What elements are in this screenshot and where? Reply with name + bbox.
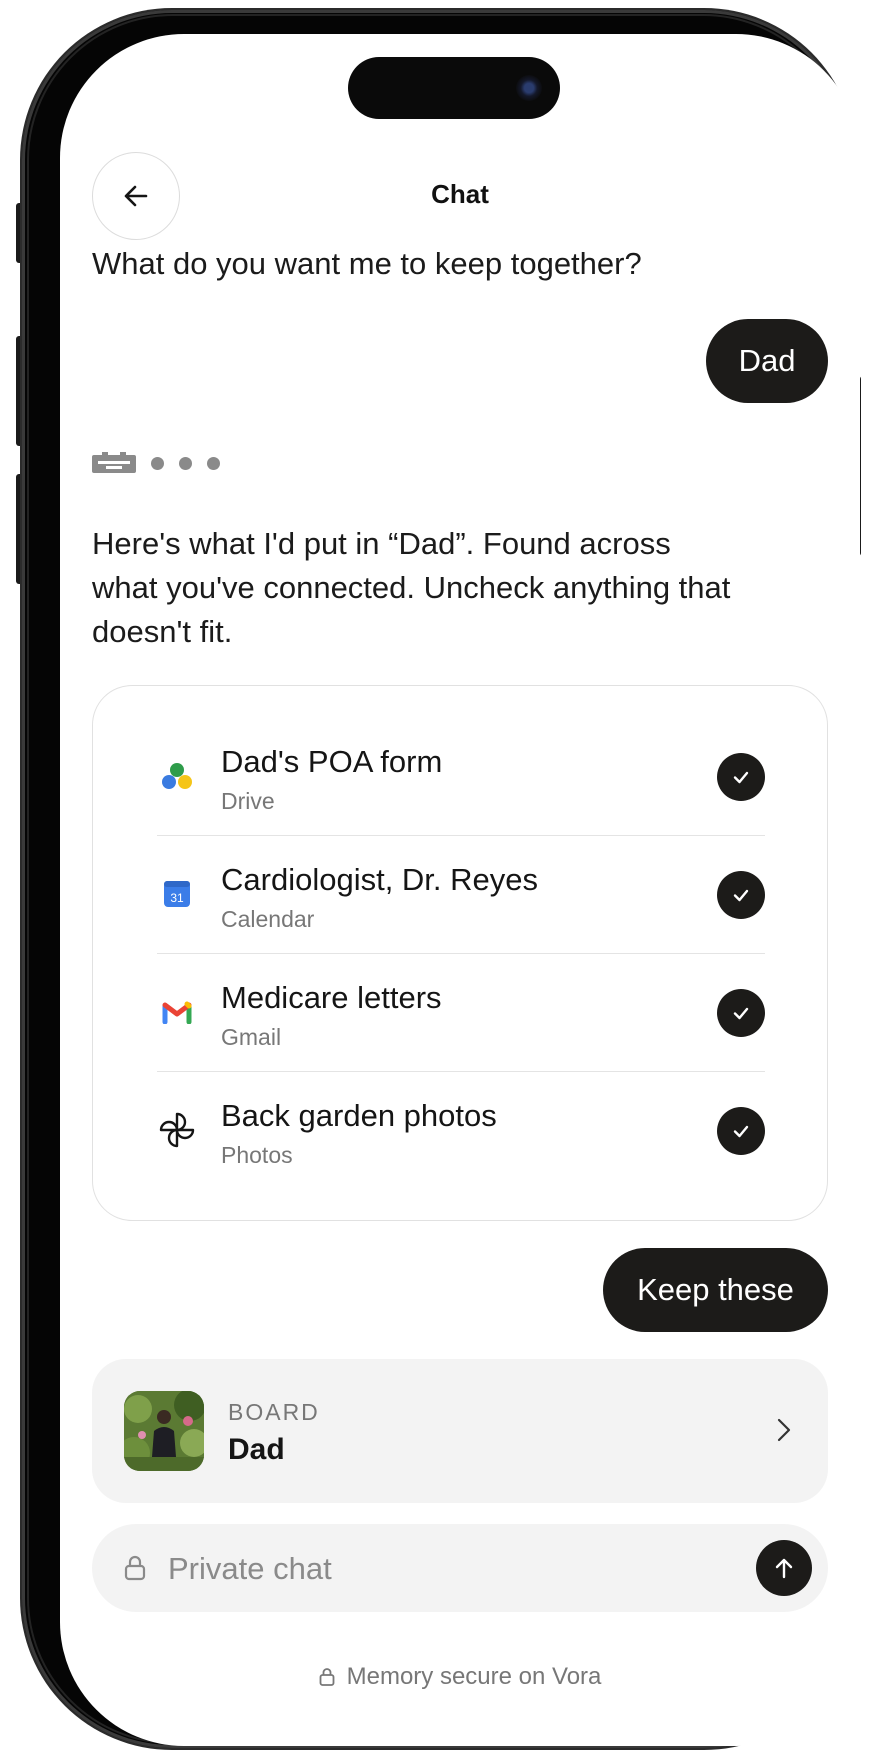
security-footer: Memory secure on Vora bbox=[60, 1663, 860, 1691]
chat-input[interactable]: Private chat bbox=[92, 1524, 828, 1612]
chat-input-placeholder: Private chat bbox=[168, 1551, 332, 1586]
phone-screen: Chat What do you want me to keep togethe… bbox=[60, 34, 860, 1746]
arrow-up-icon bbox=[775, 1558, 793, 1579]
dynamic-island bbox=[348, 57, 560, 119]
photos-pinwheel-icon bbox=[157, 1110, 197, 1150]
checkmark-icon bbox=[733, 1007, 749, 1020]
chevron-right-icon bbox=[777, 1418, 791, 1442]
lock-icon bbox=[319, 1667, 335, 1687]
typing-indicator bbox=[92, 452, 220, 474]
board-thumbnail bbox=[124, 1391, 204, 1471]
item-title: Medicare letters bbox=[221, 980, 442, 1015]
item-source: Photos bbox=[221, 1142, 293, 1168]
checkmark-icon bbox=[733, 771, 749, 784]
keep-these-bubble: Keep these bbox=[603, 1248, 828, 1332]
board-kicker: BOARD bbox=[228, 1399, 320, 1425]
front-camera bbox=[516, 75, 542, 101]
item-checkbox[interactable] bbox=[717, 753, 765, 801]
gmail-icon bbox=[157, 992, 197, 1032]
item-title: Cardiologist, Dr. Reyes bbox=[221, 862, 539, 897]
footer-text: Memory secure on Vora bbox=[346, 1663, 602, 1690]
typing-dot bbox=[151, 456, 164, 470]
checkmark-icon bbox=[733, 889, 749, 902]
board-name: Dad bbox=[228, 1433, 285, 1466]
list-item[interactable]: 31 Cardiologist, Dr. Reyes Calendar bbox=[157, 836, 765, 954]
item-checkbox[interactable] bbox=[717, 871, 765, 919]
item-title: Back garden photos bbox=[221, 1098, 497, 1133]
suggestion-card: Dad's POA form Drive 31 Cardiologist, Dr… bbox=[92, 685, 828, 1221]
calendar-day-label: 31 bbox=[170, 891, 184, 905]
user-message-bubble: Dad bbox=[706, 319, 828, 403]
item-checkbox[interactable] bbox=[717, 1107, 765, 1155]
item-source: Drive bbox=[221, 788, 275, 814]
list-item[interactable]: Back garden photos Photos bbox=[157, 1072, 765, 1190]
google-drive-icon bbox=[157, 756, 197, 796]
item-source: Gmail bbox=[221, 1024, 282, 1050]
assistant-avatar-icon bbox=[92, 452, 136, 473]
google-calendar-icon: 31 bbox=[157, 874, 197, 914]
phone-frame: Chat What do you want me to keep togethe… bbox=[22, 10, 860, 1748]
board-card[interactable]: BOARD Dad bbox=[92, 1359, 828, 1503]
send-button[interactable] bbox=[756, 1540, 812, 1596]
list-item[interactable]: Medicare letters Gmail bbox=[157, 954, 765, 1072]
checkmark-icon bbox=[733, 1125, 749, 1138]
page-title: Chat bbox=[431, 179, 489, 209]
list-item[interactable]: Dad's POA form Drive bbox=[157, 718, 765, 836]
typing-dot bbox=[207, 456, 220, 470]
item-title: Dad's POA form bbox=[221, 744, 443, 779]
item-checkbox[interactable] bbox=[717, 989, 765, 1037]
assistant-question: What do you want me to keep together? bbox=[92, 246, 642, 281]
assistant-message: Here's what I'd put in “Dad”. Found acro… bbox=[92, 526, 731, 649]
typing-dot bbox=[179, 456, 192, 470]
lock-icon bbox=[124, 1555, 146, 1581]
item-source: Calendar bbox=[221, 906, 315, 932]
